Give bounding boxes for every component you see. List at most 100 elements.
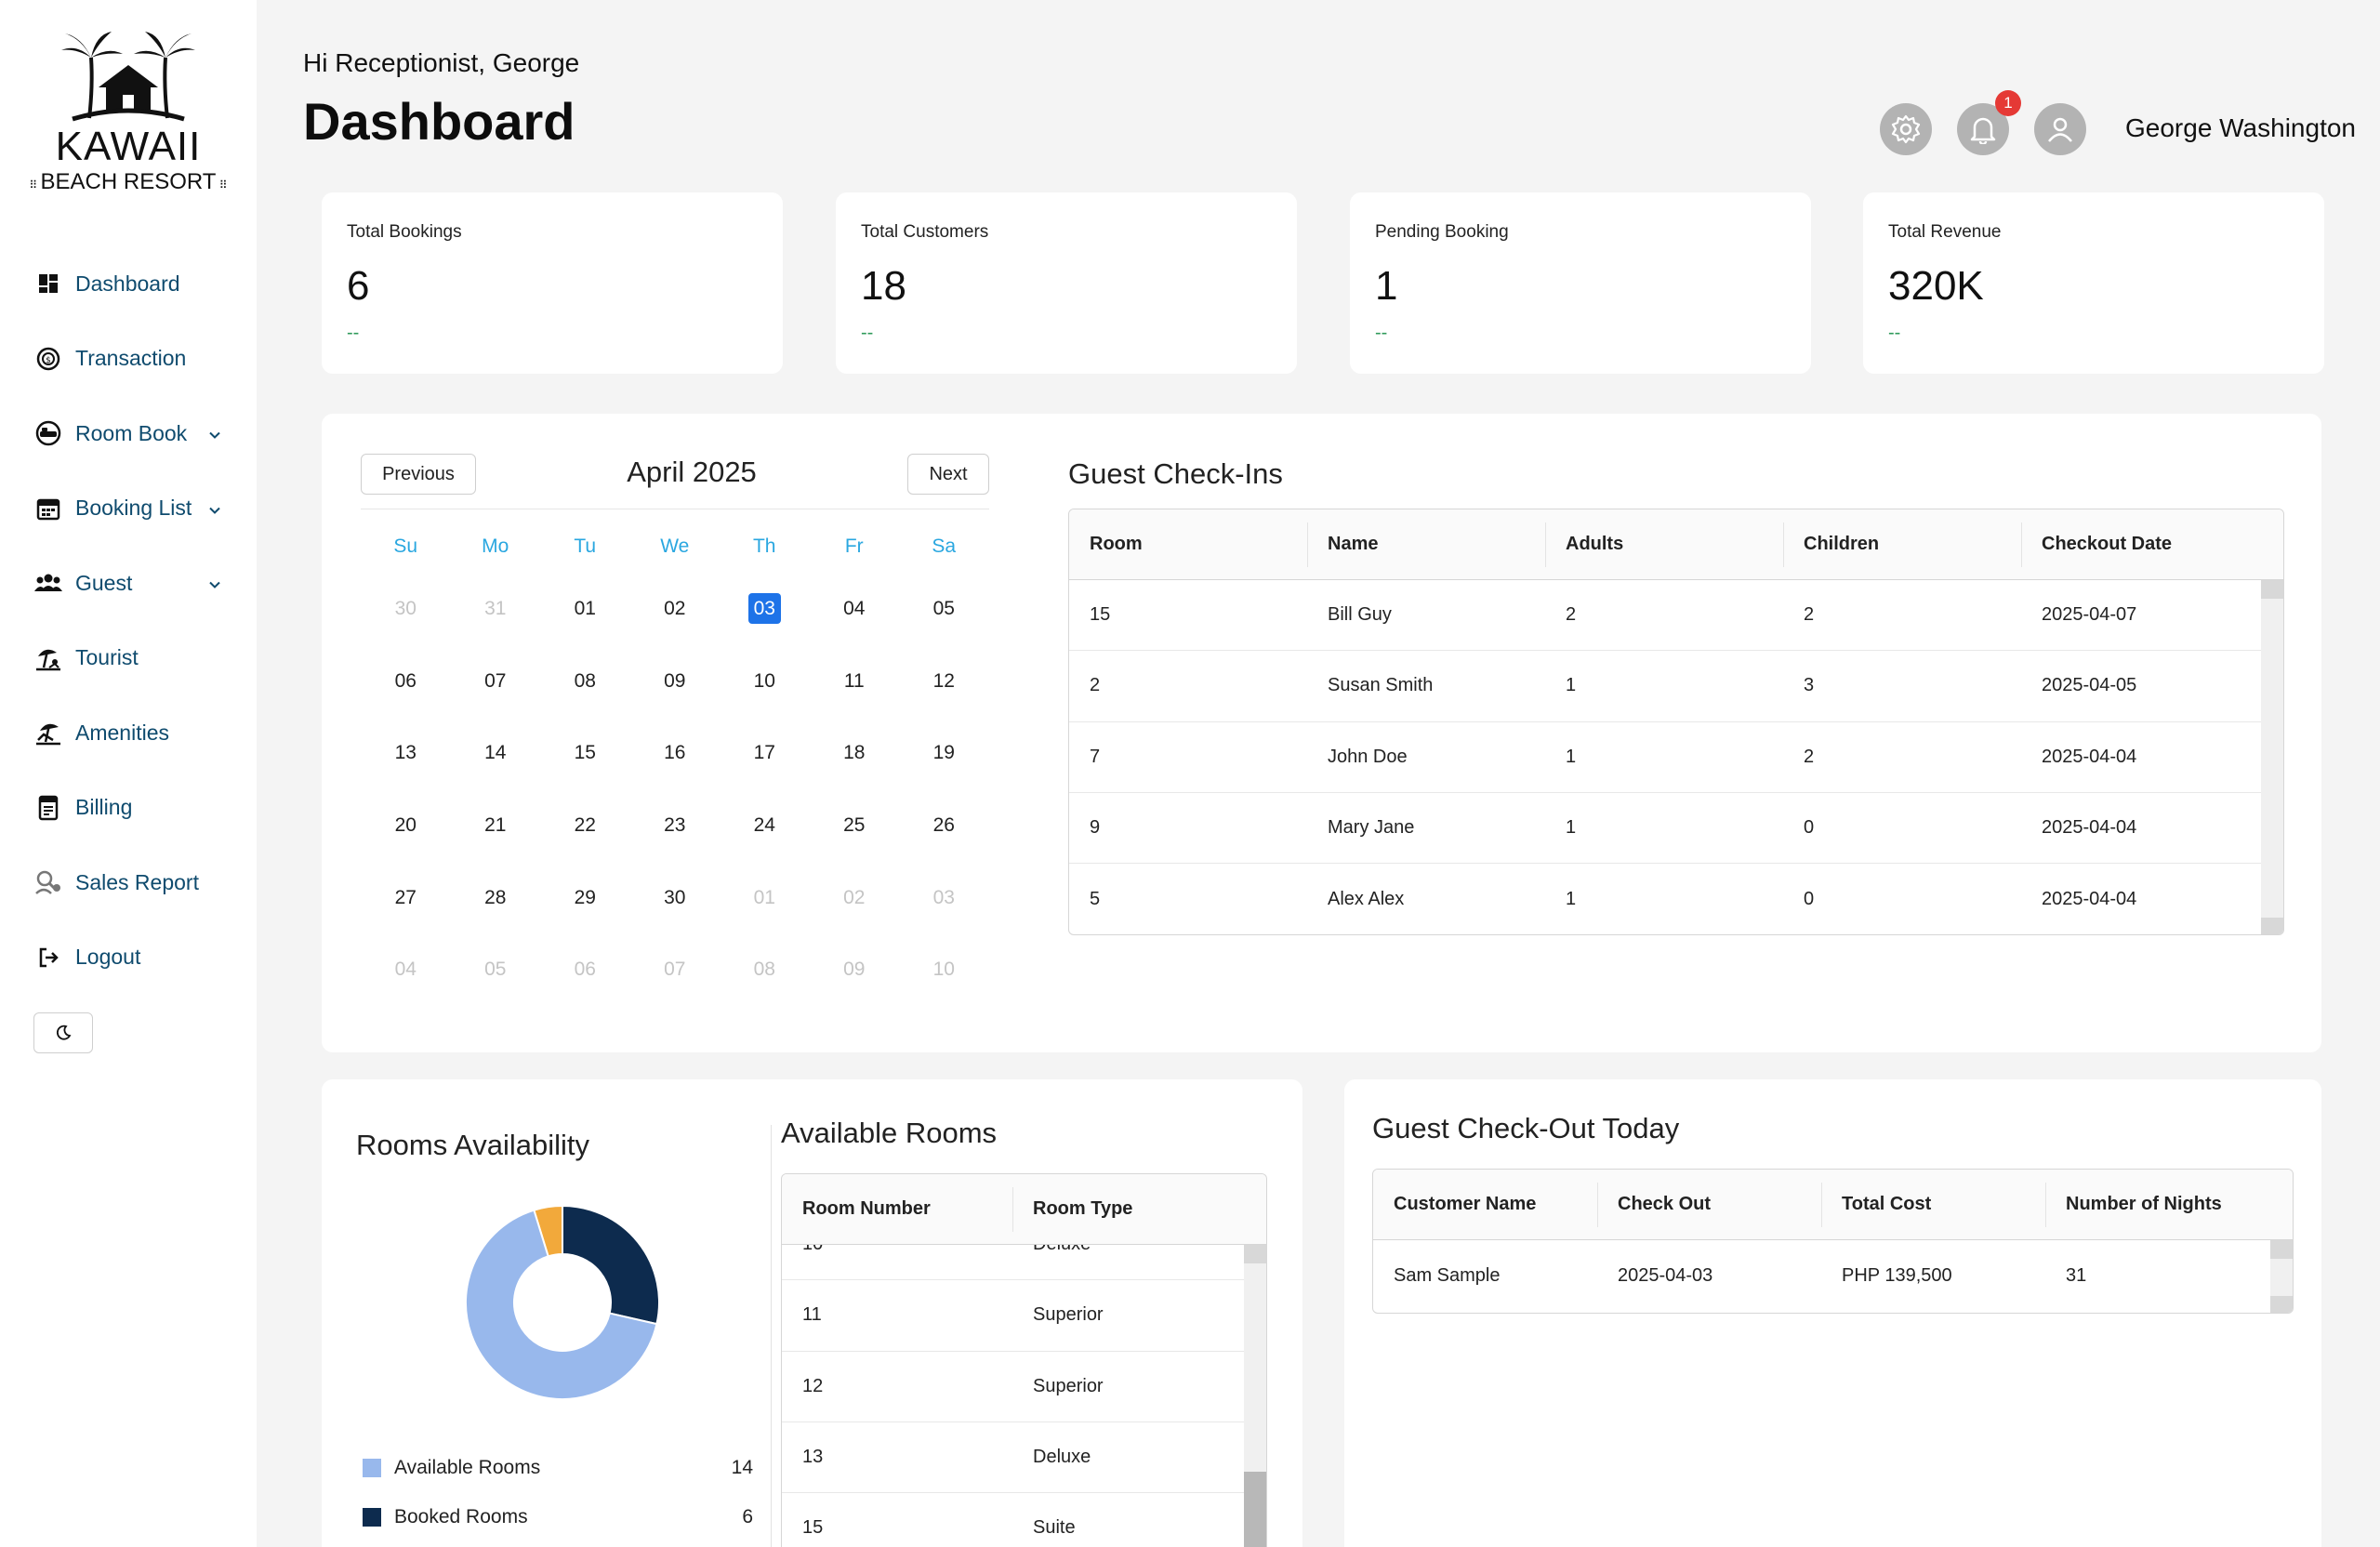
sidebar-item-guest[interactable]: Guest [0, 546, 257, 621]
calendar-day[interactable]: 07 [451, 670, 541, 693]
calendar-day[interactable]: 20 [361, 814, 451, 837]
column-header[interactable]: Checkout Date [2021, 522, 2263, 567]
table-row[interactable]: 5 Alex Alex 1 0 2025-04-04 [1069, 864, 2283, 934]
table-cell: John Doe [1328, 746, 1408, 767]
calendar-day[interactable]: 12 [899, 670, 989, 693]
calendar-day[interactable]: 10 [899, 959, 989, 981]
stat-value: 6 [347, 263, 370, 309]
legend-available-rooms[interactable]: Available Rooms 14 [363, 1457, 753, 1479]
sidebar-item-sales-report[interactable]: Sales Report [0, 845, 257, 920]
calendar-day[interactable]: 28 [451, 887, 541, 909]
column-header[interactable]: Room Number [782, 1198, 1012, 1220]
calendar-day[interactable]: 11 [810, 670, 900, 693]
column-header[interactable]: Adults [1545, 522, 1783, 567]
calendar-day[interactable]: 19 [899, 742, 989, 764]
calendar-day[interactable]: 02 [630, 598, 721, 620]
table-row[interactable]: 12 Superior [782, 1352, 1246, 1422]
table-row[interactable]: 9 Mary Jane 1 0 2025-04-04 [1069, 793, 2283, 865]
calendar-day[interactable]: 16 [630, 742, 721, 764]
donut-slice-booked[interactable] [562, 1204, 660, 1326]
table-row[interactable]: 11 Superior [782, 1280, 1246, 1352]
calendar-day[interactable]: 07 [630, 959, 721, 981]
calendar-day[interactable]: 03 [899, 887, 989, 909]
sidebar-item-booking-list[interactable]: Booking List [0, 471, 257, 547]
palm-hut-logo-icon [61, 32, 195, 122]
scroll-arrow-down[interactable] [2261, 918, 2283, 934]
table-row[interactable]: 13 Deluxe [782, 1422, 1246, 1494]
table-row[interactable]: 15 Bill Guy 2 2 2025-04-07 [1069, 580, 2283, 652]
table-row[interactable]: Sam Sample 2025-04-03 PHP 139,500 31 [1373, 1240, 2293, 1311]
moon-icon [56, 1025, 72, 1040]
rooms-availability-title: Rooms Availability [356, 1129, 589, 1161]
table-row[interactable]: 2 Susan Smith 1 3 2025-04-05 [1069, 651, 2283, 722]
calendar-day[interactable]: 30 [630, 887, 721, 909]
sidebar-item-transaction[interactable]: $ Transaction [0, 322, 257, 397]
legend-booked-rooms[interactable]: Booked Rooms 6 [363, 1506, 753, 1528]
scroll-arrow-up[interactable] [2270, 1240, 2293, 1259]
sidebar-item-billing[interactable]: Billing [0, 771, 257, 846]
calendar-day[interactable]: 04 [361, 959, 451, 981]
calendar-day[interactable]: 17 [720, 742, 810, 764]
scroll-arrow-up[interactable] [1244, 1245, 1266, 1263]
calendar-previous-button[interactable]: Previous [361, 454, 476, 495]
calendar-day[interactable]: 08 [720, 959, 810, 981]
calendar-day[interactable]: 30 [361, 598, 451, 620]
calendar-day[interactable]: 25 [810, 814, 900, 837]
table-row[interactable]: 7 John Doe 1 2 2025-04-04 [1069, 722, 2283, 793]
calendar-day[interactable]: 04 [810, 598, 900, 620]
scroll-arrow-down[interactable] [2270, 1296, 2293, 1313]
calendar-day[interactable]: 13 [361, 742, 451, 764]
calendar-day[interactable]: 27 [361, 887, 451, 909]
calendar-day[interactable]: 15 [540, 742, 630, 764]
settings-button[interactable] [1880, 103, 1932, 155]
sidebar-item-logout[interactable]: Logout [0, 920, 257, 996]
calendar-day-today[interactable]: 03 [720, 592, 810, 624]
column-header[interactable]: Name [1307, 522, 1545, 567]
calendar-day[interactable]: 26 [899, 814, 989, 837]
calendar-day[interactable]: 14 [451, 742, 541, 764]
sidebar-item-amenities[interactable]: Amenities [0, 695, 257, 771]
calendar-day[interactable]: 06 [540, 959, 630, 981]
calendar-day[interactable]: 18 [810, 742, 900, 764]
calendar-day[interactable]: 23 [630, 814, 721, 837]
calendar-day[interactable]: 24 [720, 814, 810, 837]
calendar-day[interactable]: 21 [451, 814, 541, 837]
column-header[interactable]: Room Type [1012, 1187, 1245, 1232]
available-rooms-body: 10 Deluxe 11 Superior 12 Superior 13 Del… [782, 1245, 1266, 1547]
column-header[interactable]: Number of Nights [2045, 1183, 2272, 1227]
sidebar-item-dashboard[interactable]: Dashboard [0, 246, 257, 322]
calendar-week: 20 21 22 23 24 25 26 [361, 789, 989, 862]
calendar-day[interactable]: 01 [540, 598, 630, 620]
checkins-scrollbar[interactable] [2261, 580, 2283, 934]
theme-toggle-button[interactable] [33, 1012, 93, 1053]
calendar-day[interactable]: 09 [630, 670, 721, 693]
scroll-thumb[interactable] [1244, 1472, 1266, 1547]
calendar-day[interactable]: 09 [810, 959, 900, 981]
calendar-day[interactable]: 05 [899, 598, 989, 620]
calendar-day[interactable]: 02 [810, 887, 900, 909]
column-header[interactable]: Children [1783, 522, 2021, 567]
available-rooms-scrollbar[interactable] [1244, 1245, 1266, 1547]
profile-button[interactable] [2034, 103, 2086, 155]
table-row[interactable]: 10 Deluxe [782, 1245, 1246, 1281]
calendar-day[interactable]: 29 [540, 887, 630, 909]
calendar-day[interactable]: 08 [540, 670, 630, 693]
table-cell: 7 [1090, 746, 1101, 767]
calendar-next-button[interactable]: Next [907, 454, 989, 495]
table-row[interactable]: 15 Suite [782, 1493, 1246, 1547]
calendar-day[interactable]: 05 [451, 959, 541, 981]
calendar-day[interactable]: 06 [361, 670, 451, 693]
resort-logo[interactable]: KAWAII ⠿ BEACH RESORT ⠿ [28, 30, 229, 206]
calendar-day[interactable]: 01 [720, 887, 810, 909]
column-header[interactable]: Customer Name [1373, 1194, 1597, 1215]
sidebar-item-room-book[interactable]: Room Book [0, 396, 257, 471]
column-header[interactable]: Check Out [1597, 1183, 1821, 1227]
scroll-arrow-up[interactable] [2261, 580, 2283, 599]
column-header[interactable]: Room [1069, 534, 1307, 555]
sidebar-item-tourist[interactable]: Tourist [0, 621, 257, 696]
calendar-day[interactable]: 31 [451, 598, 541, 620]
calendar-day[interactable]: 22 [540, 814, 630, 837]
column-header[interactable]: Total Cost [1821, 1183, 2045, 1227]
calendar-day[interactable]: 10 [720, 670, 810, 693]
checkout-scrollbar[interactable] [2270, 1240, 2293, 1313]
